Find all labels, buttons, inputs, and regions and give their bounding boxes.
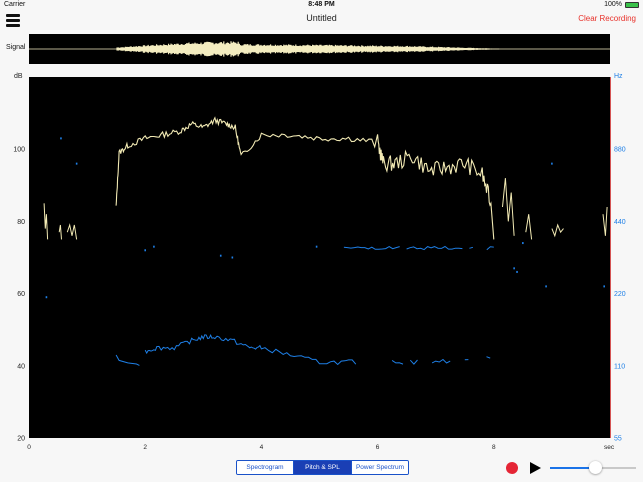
pitch-dot (153, 245, 155, 248)
left-axis-unit: dB (14, 73, 23, 80)
volume-slider[interactable] (550, 461, 636, 474)
pitch-dot (231, 256, 234, 259)
right-axis-unit: Hz (614, 73, 623, 80)
pitch-dot (75, 162, 78, 165)
record-button[interactable] (506, 462, 518, 474)
volume-slider-knob[interactable] (588, 461, 602, 474)
left-tick-label: 60 (17, 291, 25, 298)
right-tick-label: 55 (614, 436, 622, 443)
pitch-spl-plot[interactable]: dB Hz sec 100 80 60 40 20 880 440 220 110 55 0 2 4 6 8 (0, 70, 643, 455)
left-tick-label: 80 (17, 219, 25, 226)
left-tick-label: 20 (17, 436, 25, 443)
x-tick-label: 6 (376, 444, 380, 451)
play-button[interactable] (530, 462, 541, 474)
signal-label: Signal (6, 44, 26, 51)
battery-percent: 100% (604, 1, 622, 8)
pitch-dot (603, 285, 605, 288)
x-tick-label: 8 (492, 444, 496, 451)
battery-status: 100% (604, 1, 639, 8)
pitch-dot (219, 254, 222, 257)
pitch-dot (60, 137, 62, 140)
bottom-toolbar: Spectrogram Pitch & SPL Power Spectrum (0, 458, 643, 482)
pitch-dot (551, 162, 553, 165)
document-title: Untitled (306, 13, 337, 23)
left-tick-label: 40 (17, 363, 25, 370)
waveform-graphic (29, 41, 610, 57)
waveform-envelope (116, 41, 500, 57)
x-tick-label: 0 (27, 444, 31, 451)
right-tick-label: 110 (614, 363, 625, 370)
right-tick-label: 220 (614, 291, 626, 298)
status-time: 8:48 PM (308, 1, 335, 8)
pitch-dot (144, 249, 146, 252)
status-bar: Carrier 8:48 PM 100% (0, 0, 643, 10)
pitch-dot (513, 267, 515, 270)
pitch-dot (45, 296, 48, 299)
battery-icon (625, 1, 639, 8)
pitch-dot (516, 270, 518, 273)
pitch-dot (545, 285, 547, 288)
view-mode-control: Spectrogram Pitch & SPL Power Spectrum (236, 460, 409, 475)
navigation-bar: Untitled Clear Recording (0, 10, 643, 30)
plot-canvas: dB Hz sec 100 80 60 40 20 880 440 220 110 55 0 2 4 6 8 (13, 73, 626, 451)
signal-waveform[interactable] (29, 34, 610, 64)
tab-power-spectrum[interactable]: Power Spectrum (352, 461, 408, 474)
signal-panel: Signal (0, 34, 643, 64)
clear-recording-button[interactable]: Clear Recording (578, 14, 636, 23)
plot-background (29, 77, 610, 438)
x-tick-label: 2 (143, 444, 147, 451)
tab-pitch-spl[interactable]: Pitch & SPL (294, 461, 352, 474)
left-tick-label: 100 (13, 147, 25, 154)
x-tick-label: 4 (260, 444, 264, 451)
right-tick-label: 440 (614, 219, 626, 226)
x-axis-unit: sec (604, 444, 615, 451)
right-tick-label: 880 (614, 147, 626, 154)
pitch-dot (522, 242, 524, 245)
tab-spectrogram[interactable]: Spectrogram (237, 461, 294, 474)
pitch-dot (315, 245, 318, 248)
